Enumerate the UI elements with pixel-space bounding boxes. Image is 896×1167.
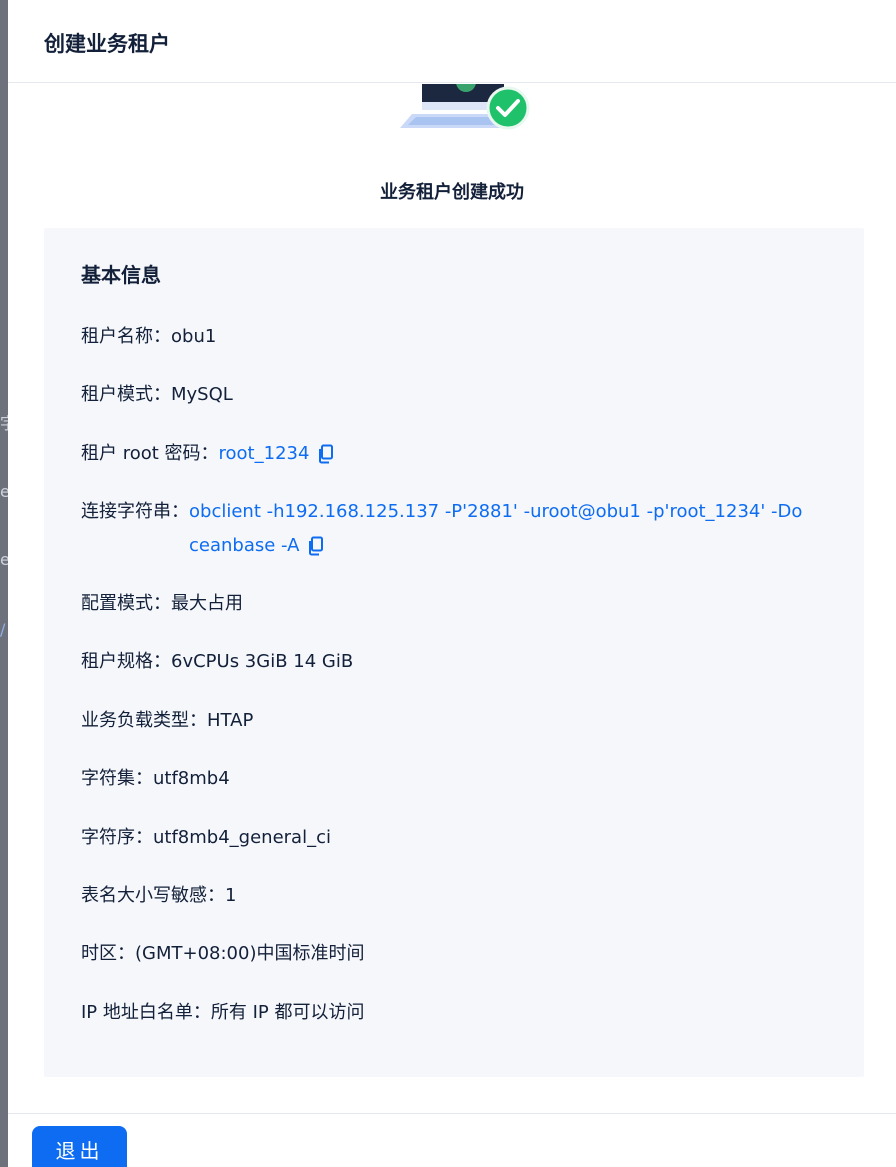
info-label: 字符序：	[81, 827, 153, 848]
connection-string-value: obclient -h192.168.125.137 -P'2881' -uro…	[189, 495, 809, 563]
info-row-collation: 字符序： utf8mb4_general_ci	[81, 821, 331, 855]
info-value: obu1	[171, 326, 217, 347]
info-row-tenant-name: 租户名称： obu1	[81, 320, 216, 354]
info-label: 租户名称：	[81, 326, 171, 347]
info-row-workload-type: 业务负载类型： HTAP	[81, 704, 253, 738]
info-value: 所有 IP 都可以访问	[210, 1002, 365, 1023]
info-row-tenant-mode: 租户模式： MySQL	[81, 378, 233, 412]
drawer-title: 创建业务租户	[44, 32, 170, 56]
background-page-edge: 字 er er /	[0, 0, 16, 1167]
basic-info-title: 基本信息	[81, 263, 161, 287]
info-value: 1	[225, 885, 237, 906]
info-value: (GMT+08:00)中国标准时间	[135, 943, 365, 964]
info-label: 表名大小写敏感：	[81, 885, 225, 906]
success-check-icon	[486, 86, 530, 130]
info-row-connection-string: 连接字符串： obclient -h192.168.125.137 -P'288…	[81, 495, 809, 563]
info-row-root-password: 租户 root 密码： root_1234	[81, 437, 335, 471]
info-row-timezone: 时区： (GMT+08:00)中国标准时间	[81, 937, 364, 971]
info-value: 最大占用	[171, 593, 243, 614]
info-value: 6vCPUs 3GiB 14 GiB	[171, 651, 354, 672]
info-label: 时区：	[81, 943, 135, 964]
create-tenant-drawer: 创建业务租户 业务租户创建成功 基本信息 租户名称： obu1 租户模式： My…	[8, 0, 896, 1167]
info-value: utf8mb4	[153, 768, 230, 789]
exit-button[interactable]: 退出	[32, 1126, 127, 1167]
info-label: IP 地址白名单：	[81, 1002, 211, 1023]
info-value: MySQL	[171, 384, 233, 405]
info-row-tenant-spec: 租户规格： 6vCPUs 3GiB 14 GiB	[81, 645, 353, 679]
info-label: 字符集：	[81, 768, 153, 789]
root-password-text: root_1234	[218, 443, 310, 464]
drawer-header: 创建业务租户	[8, 0, 896, 83]
connection-string-text: obclient -h192.168.125.137 -P'2881' -uro…	[189, 501, 803, 556]
drawer-footer: 退出	[8, 1113, 896, 1167]
success-computer-illustration	[400, 84, 530, 130]
copy-icon[interactable]	[317, 444, 335, 464]
root-password-value: root_1234	[219, 437, 336, 471]
info-row-charset: 字符集： utf8mb4	[81, 762, 230, 796]
info-value: utf8mb4_general_ci	[153, 827, 331, 848]
result-title: 业务租户创建成功	[380, 182, 524, 203]
info-value: HTAP	[207, 710, 254, 731]
info-label: 业务负载类型：	[81, 710, 207, 731]
info-row-case-sensitivity: 表名大小写敏感： 1	[81, 879, 236, 913]
info-label: 配置模式：	[81, 593, 171, 614]
info-row-config-mode: 配置模式： 最大占用	[81, 587, 243, 621]
info-label: 租户模式：	[81, 384, 171, 405]
info-row-ip-whitelist: IP 地址白名单： 所有 IP 都可以访问	[81, 996, 365, 1030]
info-label: 租户 root 密码：	[81, 443, 219, 464]
info-label: 租户规格：	[81, 651, 171, 672]
basic-info-card: 基本信息 租户名称： obu1 租户模式： MySQL 租户 root 密码： …	[44, 228, 864, 1077]
background-text-fragment: /	[0, 620, 6, 639]
info-label: 连接字符串：	[81, 501, 189, 522]
copy-icon[interactable]	[307, 536, 325, 556]
